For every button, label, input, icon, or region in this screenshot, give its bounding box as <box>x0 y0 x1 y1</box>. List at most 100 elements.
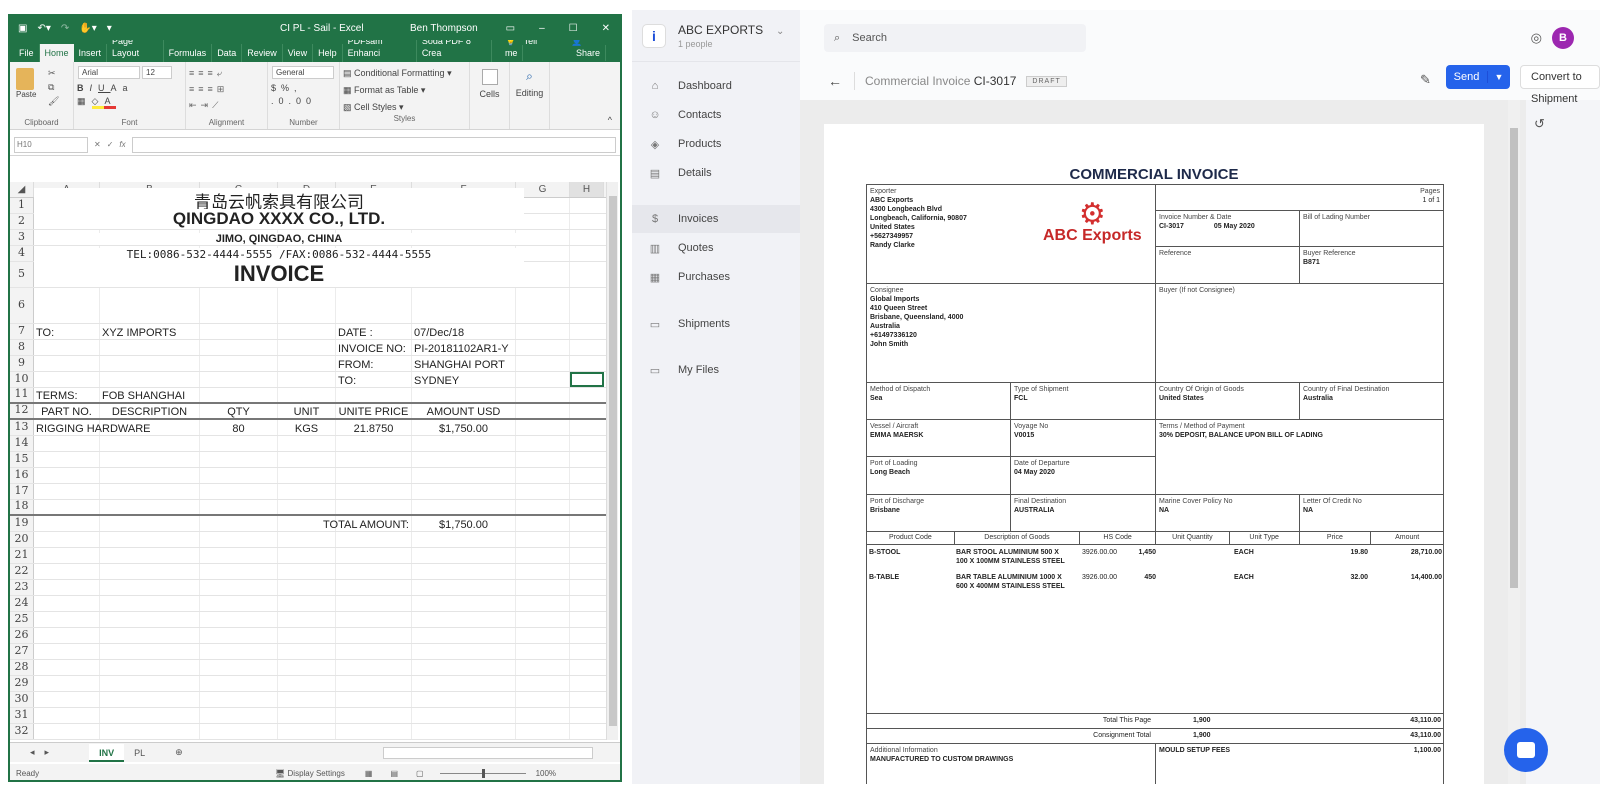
cell-A15[interactable] <box>34 452 100 467</box>
cell-G9[interactable] <box>516 356 570 371</box>
minimize-button[interactable]: – <box>539 23 545 34</box>
row-header[interactable]: 32 <box>10 724 34 739</box>
row-header[interactable]: 8 <box>10 340 34 355</box>
cell-A24[interactable] <box>34 596 100 611</box>
cell-C23[interactable] <box>200 580 278 595</box>
tab-formulas[interactable]: Formulas <box>164 44 213 62</box>
vertical-scrollbar[interactable] <box>606 182 618 740</box>
cell-D26[interactable] <box>278 628 336 643</box>
ribbon-display-icon[interactable]: ▭ <box>506 23 515 34</box>
cell-G32[interactable] <box>516 724 570 739</box>
tab-file[interactable]: File <box>14 44 40 62</box>
cell-C8[interactable] <box>200 340 278 355</box>
orientation-icon[interactable]: ⟋ <box>212 100 222 110</box>
cell-B20[interactable] <box>100 532 200 547</box>
row-header[interactable]: 4 <box>10 246 34 261</box>
row-header[interactable]: 23 <box>10 580 34 595</box>
cell-D29[interactable] <box>278 676 336 691</box>
cell-H9[interactable] <box>570 356 604 371</box>
cell-F29[interactable] <box>412 676 516 691</box>
cell-G12[interactable] <box>516 404 570 418</box>
cell-G16[interactable] <box>516 468 570 483</box>
cell-A13[interactable]: RIGGING HARDWARE <box>34 420 151 435</box>
cell-B7[interactable]: XYZ IMPORTS <box>100 324 200 339</box>
sidebar-item-purchases[interactable]: ▦ Purchases <box>632 263 800 291</box>
cell-D9[interactable] <box>278 356 336 371</box>
cell-E11[interactable] <box>336 388 412 402</box>
row-header[interactable]: 28 <box>10 660 34 675</box>
cell-E14[interactable] <box>336 436 412 451</box>
cell-H5[interactable] <box>570 262 604 287</box>
cell-B16[interactable] <box>100 468 200 483</box>
cell-E26[interactable] <box>336 628 412 643</box>
font-color-icon[interactable]: A <box>104 96 117 109</box>
cell-E32[interactable] <box>336 724 412 739</box>
save-icon[interactable]: ▣ <box>18 23 27 34</box>
cell-A25[interactable] <box>34 612 100 627</box>
cell-F16[interactable] <box>412 468 516 483</box>
cell-B13[interactable] <box>100 420 200 435</box>
cell-G20[interactable] <box>516 532 570 547</box>
cell-G14[interactable] <box>516 436 570 451</box>
cell-F14[interactable] <box>412 436 516 451</box>
number-format-select[interactable]: General <box>272 66 334 79</box>
cell-A7[interactable]: TO: <box>34 324 100 339</box>
column-header[interactable]: H <box>570 182 604 197</box>
cell-B22[interactable] <box>100 564 200 579</box>
cell-F6[interactable] <box>412 288 516 323</box>
cell-F13[interactable]: $1,750.00 <box>412 420 516 435</box>
cell-E16[interactable] <box>336 468 412 483</box>
cell-H16[interactable] <box>570 468 604 483</box>
cell-C26[interactable] <box>200 628 278 643</box>
cell-A20[interactable] <box>34 532 100 547</box>
row-header[interactable]: 31 <box>10 708 34 723</box>
cell-A12[interactable]: PART NO. <box>34 404 100 418</box>
row-header[interactable]: 11 <box>10 387 34 402</box>
cell-E19[interactable]: TOTAL AMOUNT: <box>323 516 412 531</box>
cell-H3[interactable] <box>570 230 604 245</box>
cell-D32[interactable] <box>278 724 336 739</box>
row-header[interactable]: 5 <box>10 262 34 287</box>
sheet-tab-pl[interactable]: PL <box>124 744 155 762</box>
cell-D16[interactable] <box>278 468 336 483</box>
cell-H6[interactable] <box>570 288 604 323</box>
cell-A19[interactable] <box>34 516 100 531</box>
cell-B21[interactable] <box>100 548 200 563</box>
cell-C27[interactable] <box>200 644 278 659</box>
sidebar-item-invoices[interactable]: $ Invoices <box>632 205 800 233</box>
cell-H20[interactable] <box>570 532 604 547</box>
cell-B11[interactable]: FOB SHANGHAI <box>100 388 200 402</box>
cell-F26[interactable] <box>412 628 516 643</box>
cell-F25[interactable] <box>412 612 516 627</box>
cell-B30[interactable] <box>100 692 200 707</box>
cell-A18[interactable] <box>34 500 100 514</box>
search-input[interactable]: ⌕ Search <box>824 24 1086 52</box>
chevron-down-icon[interactable]: ⌄ <box>776 26 784 37</box>
cell-F15[interactable] <box>412 452 516 467</box>
cell-F8[interactable]: PI-20181102AR1-Y <box>412 340 516 355</box>
cell-E30[interactable] <box>336 692 412 707</box>
cell-B19[interactable] <box>100 516 200 531</box>
cell-C15[interactable] <box>200 452 278 467</box>
row-header[interactable]: 24 <box>10 596 34 611</box>
cell-E23[interactable] <box>336 580 412 595</box>
send-button[interactable]: Send <box>1446 71 1488 83</box>
cell-D28[interactable] <box>278 660 336 675</box>
tab-view[interactable]: View <box>283 44 314 62</box>
row-header[interactable]: 16 <box>10 468 34 483</box>
row-header[interactable]: 26 <box>10 628 34 643</box>
decrease-decimal-icon[interactable]: .00 <box>289 96 317 106</box>
cell-B28[interactable] <box>100 660 200 675</box>
cell-D13[interactable]: KGS <box>278 420 336 435</box>
cell-D18[interactable] <box>278 500 336 514</box>
row-header[interactable]: 15 <box>10 452 34 467</box>
cell-F27[interactable] <box>412 644 516 659</box>
touch-mode-icon[interactable]: ✋▾ <box>79 23 96 34</box>
cell-A17[interactable] <box>34 484 100 499</box>
cell-G7[interactable] <box>516 324 570 339</box>
cell-A30[interactable] <box>34 692 100 707</box>
cell-B32[interactable] <box>100 724 200 739</box>
cell-D25[interactable] <box>278 612 336 627</box>
cell-E7[interactable]: DATE : <box>336 324 412 339</box>
cell-A28[interactable] <box>34 660 100 675</box>
